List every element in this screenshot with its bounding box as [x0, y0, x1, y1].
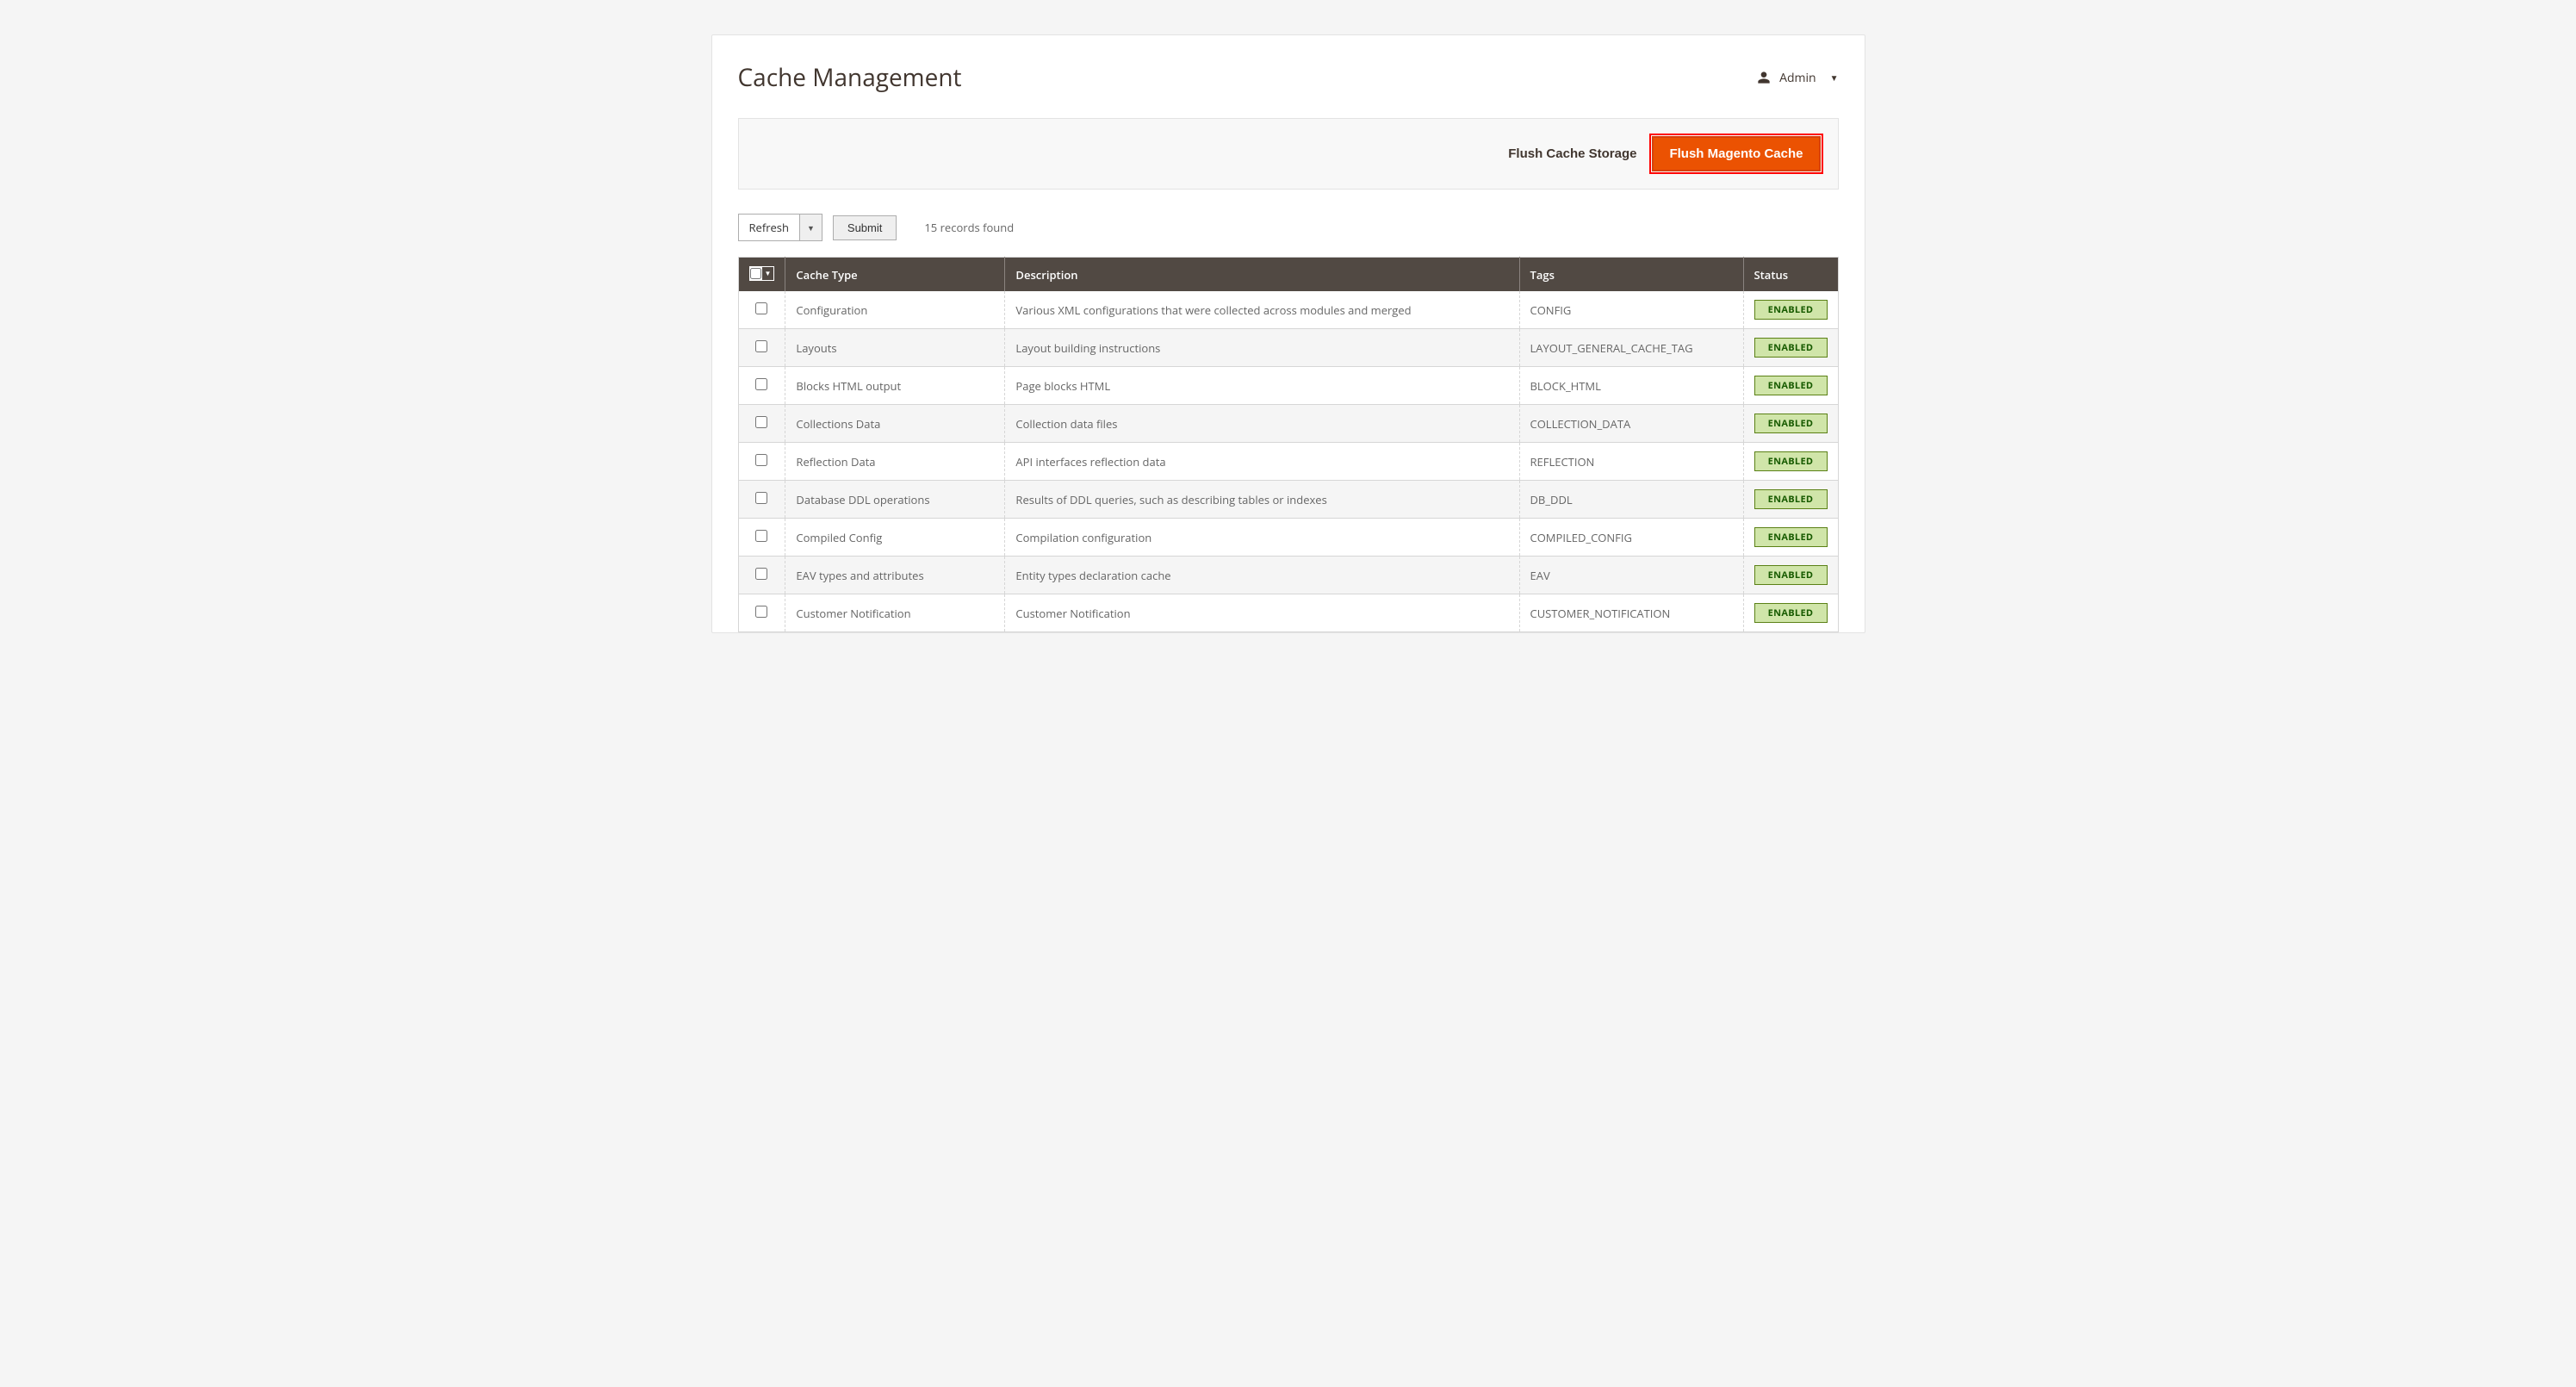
caret-down-icon[interactable]: ▼	[762, 267, 774, 280]
row-checkbox[interactable]	[755, 340, 767, 352]
cell-tags: REFLECTION	[1519, 443, 1743, 481]
row-checkbox[interactable]	[755, 530, 767, 542]
cell-description: Entity types declaration cache	[1005, 557, 1519, 594]
cell-description: Collection data files	[1005, 405, 1519, 443]
cell-description: Various XML configurations that were col…	[1005, 291, 1519, 329]
cell-status: ENABLED	[1743, 519, 1838, 557]
col-header-tags[interactable]: Tags	[1519, 258, 1743, 292]
cell-tags: CUSTOMER_NOTIFICATION	[1519, 594, 1743, 632]
header-row: Cache Management Admin ▼	[738, 61, 1839, 94]
cell-cache-type: Compiled Config	[785, 519, 1005, 557]
row-checkbox-cell[interactable]	[738, 405, 785, 443]
admin-user-menu[interactable]: Admin ▼	[1757, 70, 1838, 86]
row-checkbox-cell[interactable]	[738, 291, 785, 329]
table-header-row: ▼ Cache Type Description Tags Status	[738, 258, 1838, 292]
cell-cache-type: Database DDL operations	[785, 481, 1005, 519]
table-row[interactable]: Compiled ConfigCompilation configuration…	[738, 519, 1838, 557]
cell-status: ENABLED	[1743, 557, 1838, 594]
row-checkbox-cell[interactable]	[738, 519, 785, 557]
status-badge: ENABLED	[1754, 489, 1828, 509]
cell-status: ENABLED	[1743, 443, 1838, 481]
cell-status: ENABLED	[1743, 291, 1838, 329]
status-badge: ENABLED	[1754, 565, 1828, 585]
cell-status: ENABLED	[1743, 481, 1838, 519]
cell-description: Customer Notification	[1005, 594, 1519, 632]
row-checkbox-cell[interactable]	[738, 481, 785, 519]
cell-status: ENABLED	[1743, 329, 1838, 367]
cell-cache-type: Configuration	[785, 291, 1005, 329]
status-badge: ENABLED	[1754, 451, 1828, 471]
cell-tags: CONFIG	[1519, 291, 1743, 329]
row-checkbox-cell[interactable]	[738, 367, 785, 405]
row-checkbox-cell[interactable]	[738, 329, 785, 367]
records-count: 15 records found	[924, 220, 1014, 235]
caret-down-icon: ▼	[1830, 72, 1839, 84]
cache-table: ▼ Cache Type Description Tags Status Con…	[738, 257, 1839, 632]
status-badge: ENABLED	[1754, 414, 1828, 433]
status-badge: ENABLED	[1754, 376, 1828, 395]
cell-description: Results of DDL queries, such as describi…	[1005, 481, 1519, 519]
col-header-cache-type[interactable]: Cache Type	[785, 258, 1005, 292]
cell-cache-type: Blocks HTML output	[785, 367, 1005, 405]
row-checkbox[interactable]	[755, 302, 767, 314]
status-badge: ENABLED	[1754, 527, 1828, 547]
cell-tags: LAYOUT_GENERAL_CACHE_TAG	[1519, 329, 1743, 367]
cell-description: Page blocks HTML	[1005, 367, 1519, 405]
col-header-status[interactable]: Status	[1743, 258, 1838, 292]
table-row[interactable]: Customer NotificationCustomer Notificati…	[738, 594, 1838, 632]
mass-action-value[interactable]: Refresh	[738, 214, 800, 241]
cell-cache-type: EAV types and attributes	[785, 557, 1005, 594]
status-badge: ENABLED	[1754, 603, 1828, 623]
cell-status: ENABLED	[1743, 367, 1838, 405]
mass-action-select[interactable]: Refresh ▼	[738, 214, 822, 241]
flush-cache-storage-button[interactable]: Flush Cache Storage	[1508, 146, 1636, 161]
row-checkbox[interactable]	[755, 568, 767, 580]
cell-status: ENABLED	[1743, 594, 1838, 632]
cell-description: API interfaces reflection data	[1005, 443, 1519, 481]
cell-cache-type: Collections Data	[785, 405, 1005, 443]
caret-down-icon: ▼	[807, 222, 815, 233]
main-panel: Cache Management Admin ▼ Flush Cache Sto…	[711, 34, 1865, 633]
user-icon	[1757, 71, 1771, 84]
cell-description: Compilation configuration	[1005, 519, 1519, 557]
cell-description: Layout building instructions	[1005, 329, 1519, 367]
select-all-checkbox[interactable]	[750, 268, 761, 279]
cell-tags: COMPILED_CONFIG	[1519, 519, 1743, 557]
flush-magento-cache-button[interactable]: Flush Magento Cache	[1652, 136, 1820, 171]
controls-row: Refresh ▼ Submit 15 records found	[738, 214, 1839, 241]
row-checkbox-cell[interactable]	[738, 594, 785, 632]
table-row[interactable]: Collections DataCollection data filesCOL…	[738, 405, 1838, 443]
table-row[interactable]: ConfigurationVarious XML configurations …	[738, 291, 1838, 329]
cell-cache-type: Reflection Data	[785, 443, 1005, 481]
cell-status: ENABLED	[1743, 405, 1838, 443]
status-badge: ENABLED	[1754, 300, 1828, 320]
cell-cache-type: Layouts	[785, 329, 1005, 367]
table-row[interactable]: Database DDL operationsResults of DDL qu…	[738, 481, 1838, 519]
row-checkbox-cell[interactable]	[738, 443, 785, 481]
mass-action-toggle[interactable]: ▼	[800, 214, 822, 241]
admin-user-label: Admin	[1779, 70, 1816, 86]
row-checkbox[interactable]	[755, 606, 767, 618]
row-checkbox[interactable]	[755, 378, 767, 390]
table-row[interactable]: LayoutsLayout building instructionsLAYOU…	[738, 329, 1838, 367]
page-title: Cache Management	[738, 61, 962, 94]
cell-tags: EAV	[1519, 557, 1743, 594]
table-row[interactable]: Reflection DataAPI interfaces reflection…	[738, 443, 1838, 481]
action-bar: Flush Cache Storage Flush Magento Cache	[738, 118, 1839, 190]
row-checkbox[interactable]	[755, 492, 767, 504]
col-header-description[interactable]: Description	[1005, 258, 1519, 292]
status-badge: ENABLED	[1754, 338, 1828, 358]
table-row[interactable]: Blocks HTML outputPage blocks HTMLBLOCK_…	[738, 367, 1838, 405]
row-checkbox[interactable]	[755, 416, 767, 428]
cell-cache-type: Customer Notification	[785, 594, 1005, 632]
submit-button[interactable]: Submit	[833, 215, 897, 240]
cell-tags: BLOCK_HTML	[1519, 367, 1743, 405]
cell-tags: DB_DDL	[1519, 481, 1743, 519]
row-checkbox-cell[interactable]	[738, 557, 785, 594]
select-all-header[interactable]: ▼	[738, 258, 785, 292]
table-row[interactable]: EAV types and attributesEntity types dec…	[738, 557, 1838, 594]
row-checkbox[interactable]	[755, 454, 767, 466]
cell-tags: COLLECTION_DATA	[1519, 405, 1743, 443]
